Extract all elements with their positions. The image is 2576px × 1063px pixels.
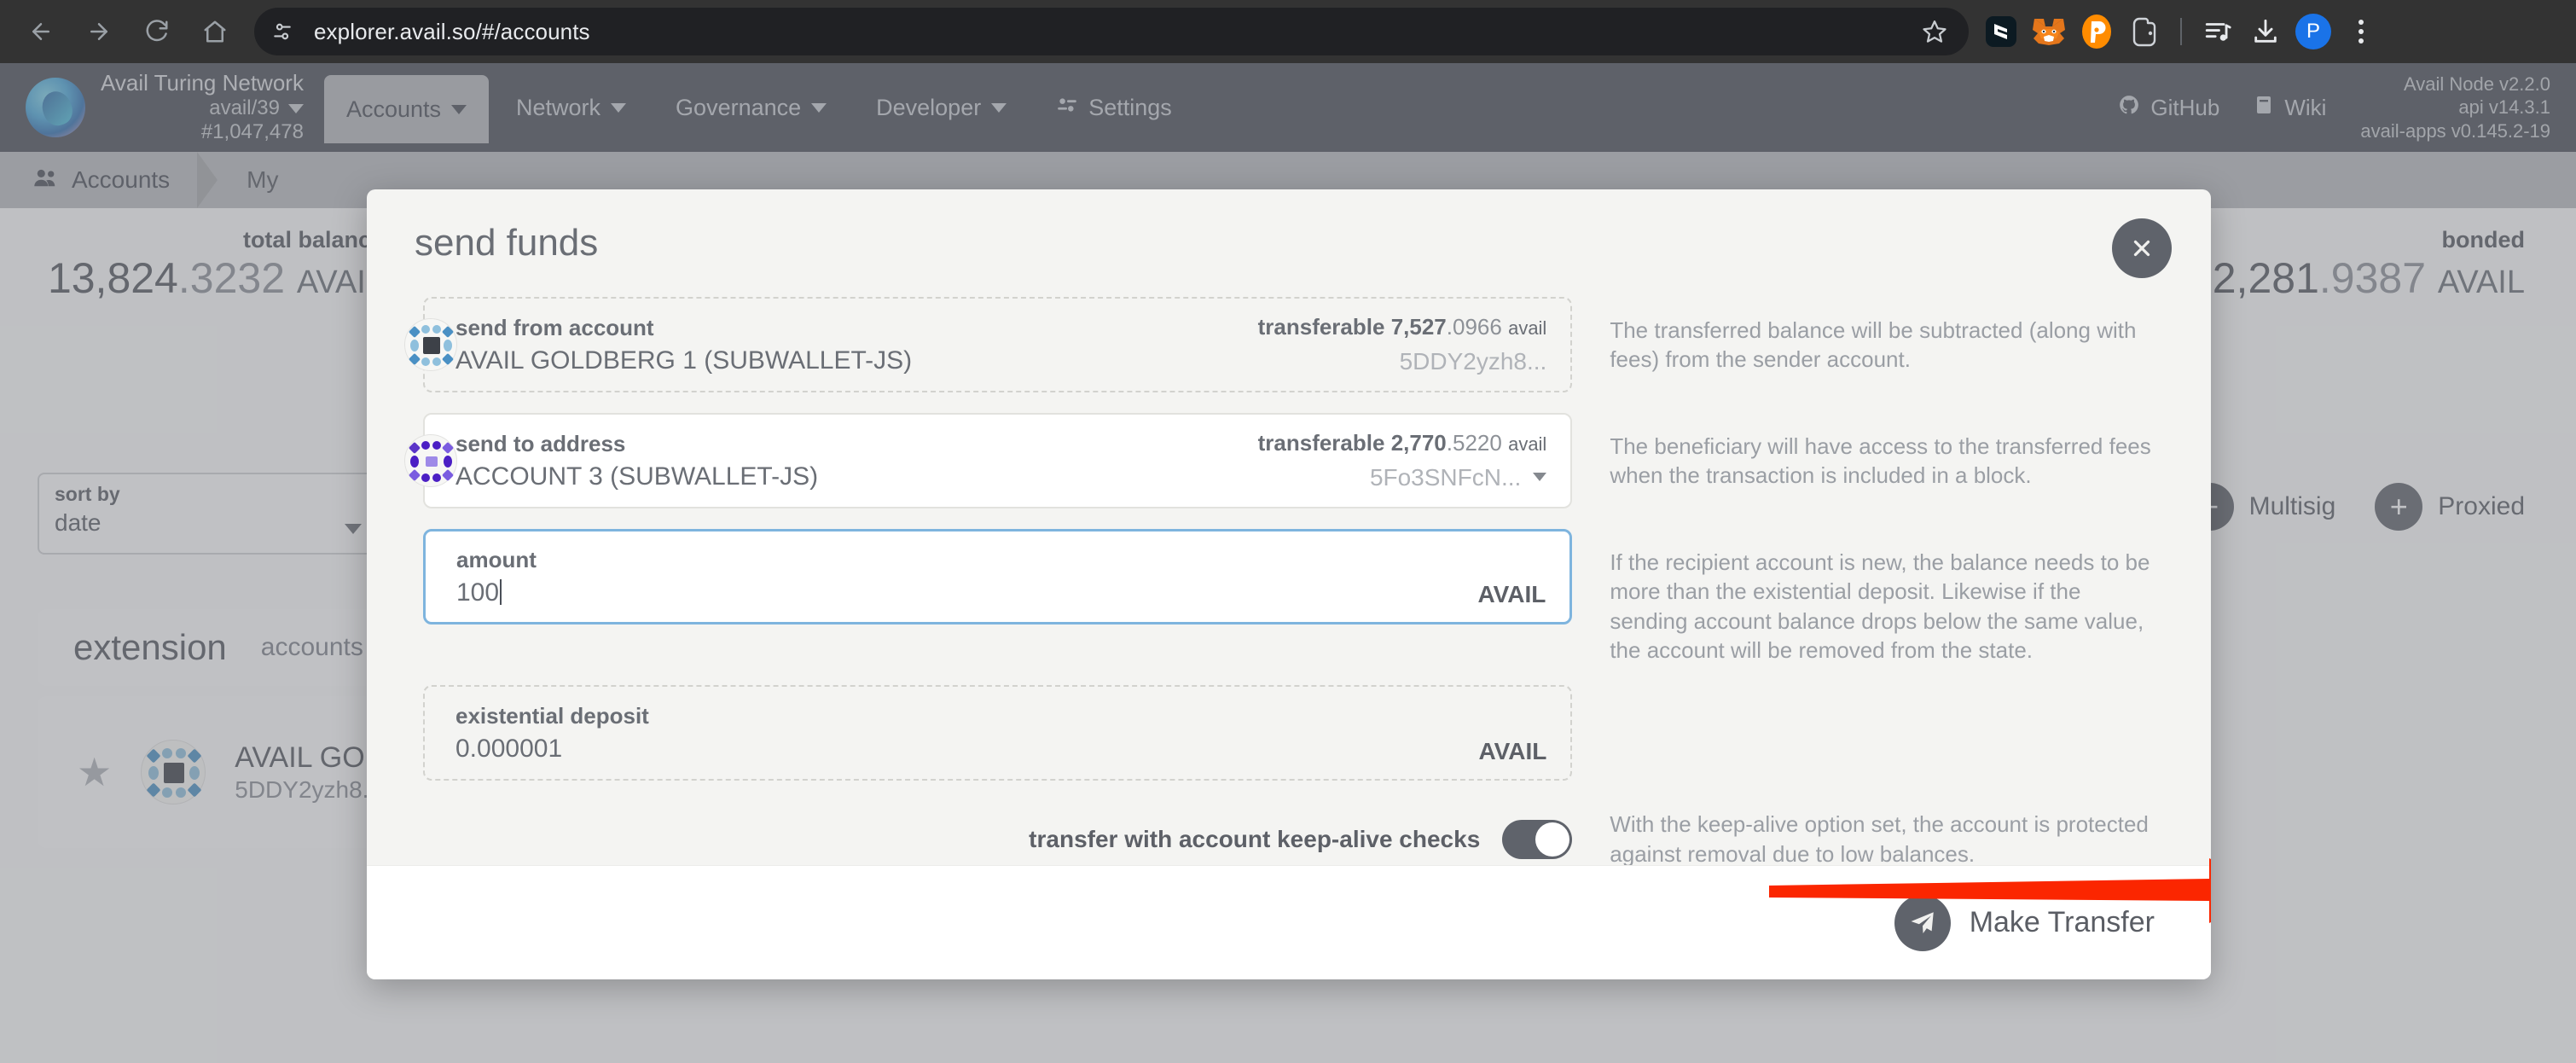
recipient-transferable-dec: .5220 [1447, 430, 1502, 456]
send-from-help: The transferred balance will be subtract… [1610, 297, 2155, 375]
recipient-transferable-label: transferable [1258, 430, 1385, 456]
keep-alive-help: With the keep-alive option set, the acco… [1610, 810, 2155, 868]
existential-deposit-field: existential deposit 0.000001 AVAIL [423, 685, 1572, 781]
existential-deposit-row: existential deposit 0.000001 AVAIL [423, 685, 2155, 781]
recipient-address[interactable]: 5Fo3SNFcN... [1258, 462, 1547, 492]
send-to-value: ACCOUNT 3 (SUBWALLET-JS) [455, 462, 1258, 491]
amount-input[interactable]: amount 100 AVAIL [423, 529, 1572, 624]
recipient-identicon [404, 434, 457, 487]
amount-label: amount [456, 547, 1477, 573]
text-cursor [500, 579, 502, 605]
sender-transferable-unit: avail [1508, 317, 1546, 339]
send-from-account-field[interactable]: send from account AVAIL GOLDBERG 1 (SUBW… [423, 297, 1572, 392]
address-bar[interactable]: explorer.avail.so/#/accounts [254, 8, 1969, 55]
toolbar-divider [2180, 18, 2182, 45]
send-to-label: send to address [455, 431, 1258, 457]
make-transfer-label: Make Transfer [1970, 906, 2155, 939]
sender-transferable-dec: .0966 [1447, 314, 1502, 340]
amount-row: amount 100 AVAIL If the recipient accoun… [423, 529, 2155, 665]
recipient-transferable-unit: avail [1508, 433, 1546, 455]
amount-value: 100 [456, 578, 1477, 607]
modal-header: send funds [367, 189, 2211, 297]
existential-deposit-label: existential deposit [455, 703, 1478, 729]
sender-identicon [404, 318, 457, 371]
recipient-transferable-int: 2,770 [1391, 430, 1447, 456]
browser-extension-bar: P [1979, 9, 2383, 54]
profile-initial: P [2295, 14, 2331, 49]
polkadot-js-icon[interactable] [2074, 9, 2119, 54]
site-settings-icon[interactable] [263, 12, 302, 51]
amount-help: If the recipient account is new, the bal… [1610, 529, 2155, 665]
amount-unit: AVAIL [1477, 581, 1546, 610]
send-from-label: send from account [455, 315, 1258, 341]
browser-nav-buttons [0, 6, 241, 57]
recipient-address-text: 5Fo3SNFcN... [1370, 462, 1521, 492]
send-from-value: AVAIL GOLDBERG 1 (SUBWALLET-JS) [455, 346, 1258, 375]
app-page: Avail Turing Network avail/39 #1,047,478… [0, 63, 2576, 1063]
downloads-icon[interactable] [2243, 9, 2288, 54]
home-icon[interactable] [189, 6, 241, 57]
modal-title: send funds [415, 222, 598, 264]
send-to-address-field[interactable]: send to address ACCOUNT 3 (SUBWALLET-JS)… [423, 413, 1572, 508]
toggle-knob [1535, 822, 1569, 857]
back-icon[interactable] [15, 6, 67, 57]
make-transfer-button[interactable]: Make Transfer [1894, 895, 2155, 951]
sender-transferable: transferable 7,527.0966 avail [1258, 313, 1547, 341]
recipient-transferable: transferable 2,770.5220 avail [1258, 429, 1547, 457]
reload-icon[interactable] [131, 6, 183, 57]
chevron-down-icon [1533, 473, 1546, 481]
send-to-row: send to address ACCOUNT 3 (SUBWALLET-JS)… [423, 413, 2155, 508]
paper-plane-icon [1894, 895, 1951, 951]
profile-avatar[interactable]: P [2291, 9, 2335, 54]
browser-toolbar: explorer.avail.so/#/accounts [0, 0, 2576, 63]
send-from-row: send from account AVAIL GOLDBERG 1 (SUBW… [423, 297, 2155, 392]
amount-value-text: 100 [456, 578, 499, 607]
close-icon[interactable] [2112, 218, 2172, 278]
url-text: explorer.avail.so/#/accounts [314, 19, 590, 45]
metamask-icon[interactable] [2027, 9, 2071, 54]
existential-deposit-help-spacer [1610, 685, 2155, 704]
send-funds-modal: send funds [367, 189, 2211, 979]
subwallet-icon[interactable] [1979, 9, 2023, 54]
keep-alive-label: transfer with account keep-alive checks [1029, 826, 1480, 853]
existential-deposit-unit: AVAIL [1478, 738, 1546, 767]
keep-alive-row: transfer with account keep-alive checks … [423, 810, 2155, 868]
forward-icon[interactable] [73, 6, 125, 57]
modal-footer: Make Transfer [367, 865, 2211, 979]
keep-alive-toggle[interactable] [1502, 820, 1572, 859]
sender-address-text: 5DDY2yzh8... [1400, 346, 1547, 376]
sender-address: 5DDY2yzh8... [1258, 346, 1547, 376]
talisman-icon[interactable] [2122, 9, 2167, 54]
modal-body: send from account AVAIL GOLDBERG 1 (SUBW… [367, 297, 2211, 868]
existential-deposit-value: 0.000001 [455, 735, 1478, 764]
sender-transferable-label: transferable [1258, 314, 1385, 340]
reading-list-icon[interactable] [2196, 9, 2240, 54]
chrome-menu-icon[interactable] [2339, 9, 2383, 54]
bookmark-star-icon[interactable] [1914, 11, 1955, 52]
sender-transferable-int: 7,527 [1391, 314, 1447, 340]
send-to-help: The beneficiary will have access to the … [1610, 413, 2155, 491]
